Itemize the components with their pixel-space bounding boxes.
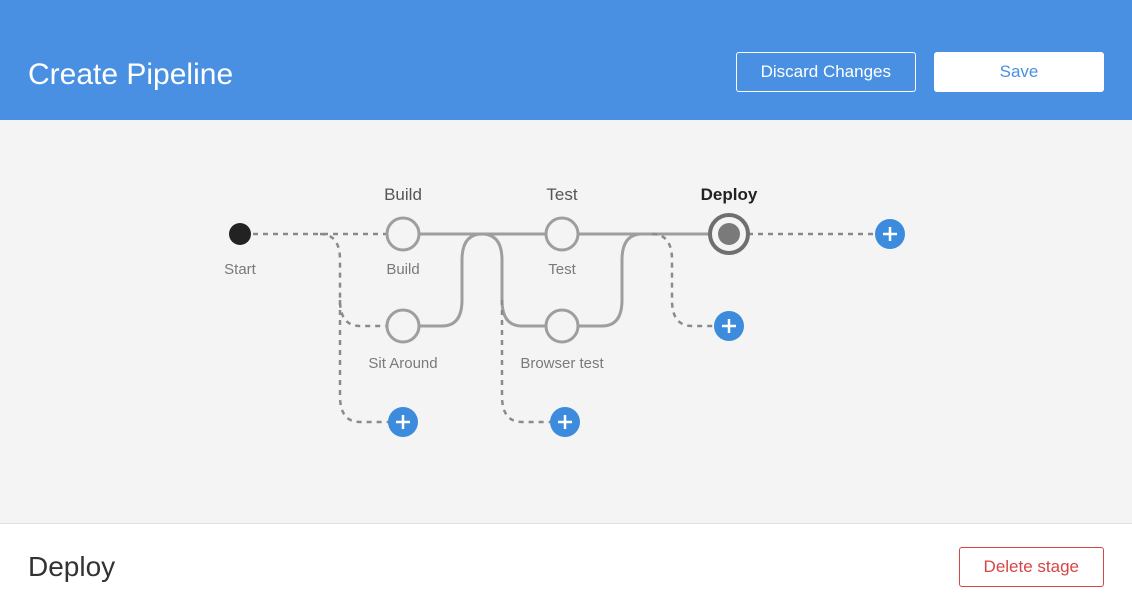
branch-deploy-to-addnode: [652, 234, 716, 326]
node-test-label: Test: [548, 261, 576, 278]
add-node-test[interactable]: [550, 407, 580, 437]
stage-deploy[interactable]: Deploy: [701, 185, 758, 253]
merge-browsertest-to-trunk: [578, 234, 642, 326]
pipeline-canvas: Start Build Build Sit Around Test Test: [0, 120, 1132, 524]
node-browser-test[interactable]: [546, 310, 578, 342]
branch-trunk-to-browsertest: [482, 234, 546, 326]
node-browser-test-label: Browser test: [520, 355, 604, 372]
stage-build-title: Build: [384, 185, 422, 204]
pipeline-graph: Start Build Build Sit Around Test Test: [0, 120, 1132, 524]
discard-button[interactable]: Discard Changes: [736, 52, 916, 92]
stage-test[interactable]: Test Test: [546, 185, 578, 278]
delete-stage-button[interactable]: Delete stage: [959, 547, 1104, 587]
node-sit-around[interactable]: [387, 310, 419, 342]
node-sit-around-group[interactable]: Sit Around: [368, 310, 437, 372]
node-start: Start: [224, 223, 257, 278]
node-sit-around-label: Sit Around: [368, 355, 437, 372]
node-build[interactable]: [387, 218, 419, 250]
branch-start-to-sitaround: [320, 234, 387, 326]
merge-sitaround-to-trunk: [419, 234, 482, 326]
node-build-label: Build: [386, 261, 419, 278]
page-header: Create Pipeline Discard Changes Save: [0, 0, 1132, 120]
stage-deploy-title: Deploy: [701, 185, 758, 204]
add-node-build[interactable]: [388, 407, 418, 437]
page-title: Create Pipeline: [28, 58, 233, 92]
add-stage[interactable]: [875, 219, 905, 249]
save-button[interactable]: Save: [934, 52, 1104, 92]
header-actions: Discard Changes Save: [736, 52, 1104, 92]
node-browser-test-group[interactable]: Browser test: [520, 310, 604, 372]
stage-detail-header: Deploy Delete stage: [0, 524, 1132, 610]
stage-build[interactable]: Build Build: [384, 185, 422, 278]
start-dot: [229, 223, 251, 245]
node-deploy-inner: [718, 223, 740, 245]
add-node-deploy[interactable]: [714, 311, 744, 341]
start-label: Start: [224, 261, 257, 278]
stage-test-title: Test: [546, 185, 577, 204]
selected-stage-title: Deploy: [28, 551, 115, 583]
node-test[interactable]: [546, 218, 578, 250]
